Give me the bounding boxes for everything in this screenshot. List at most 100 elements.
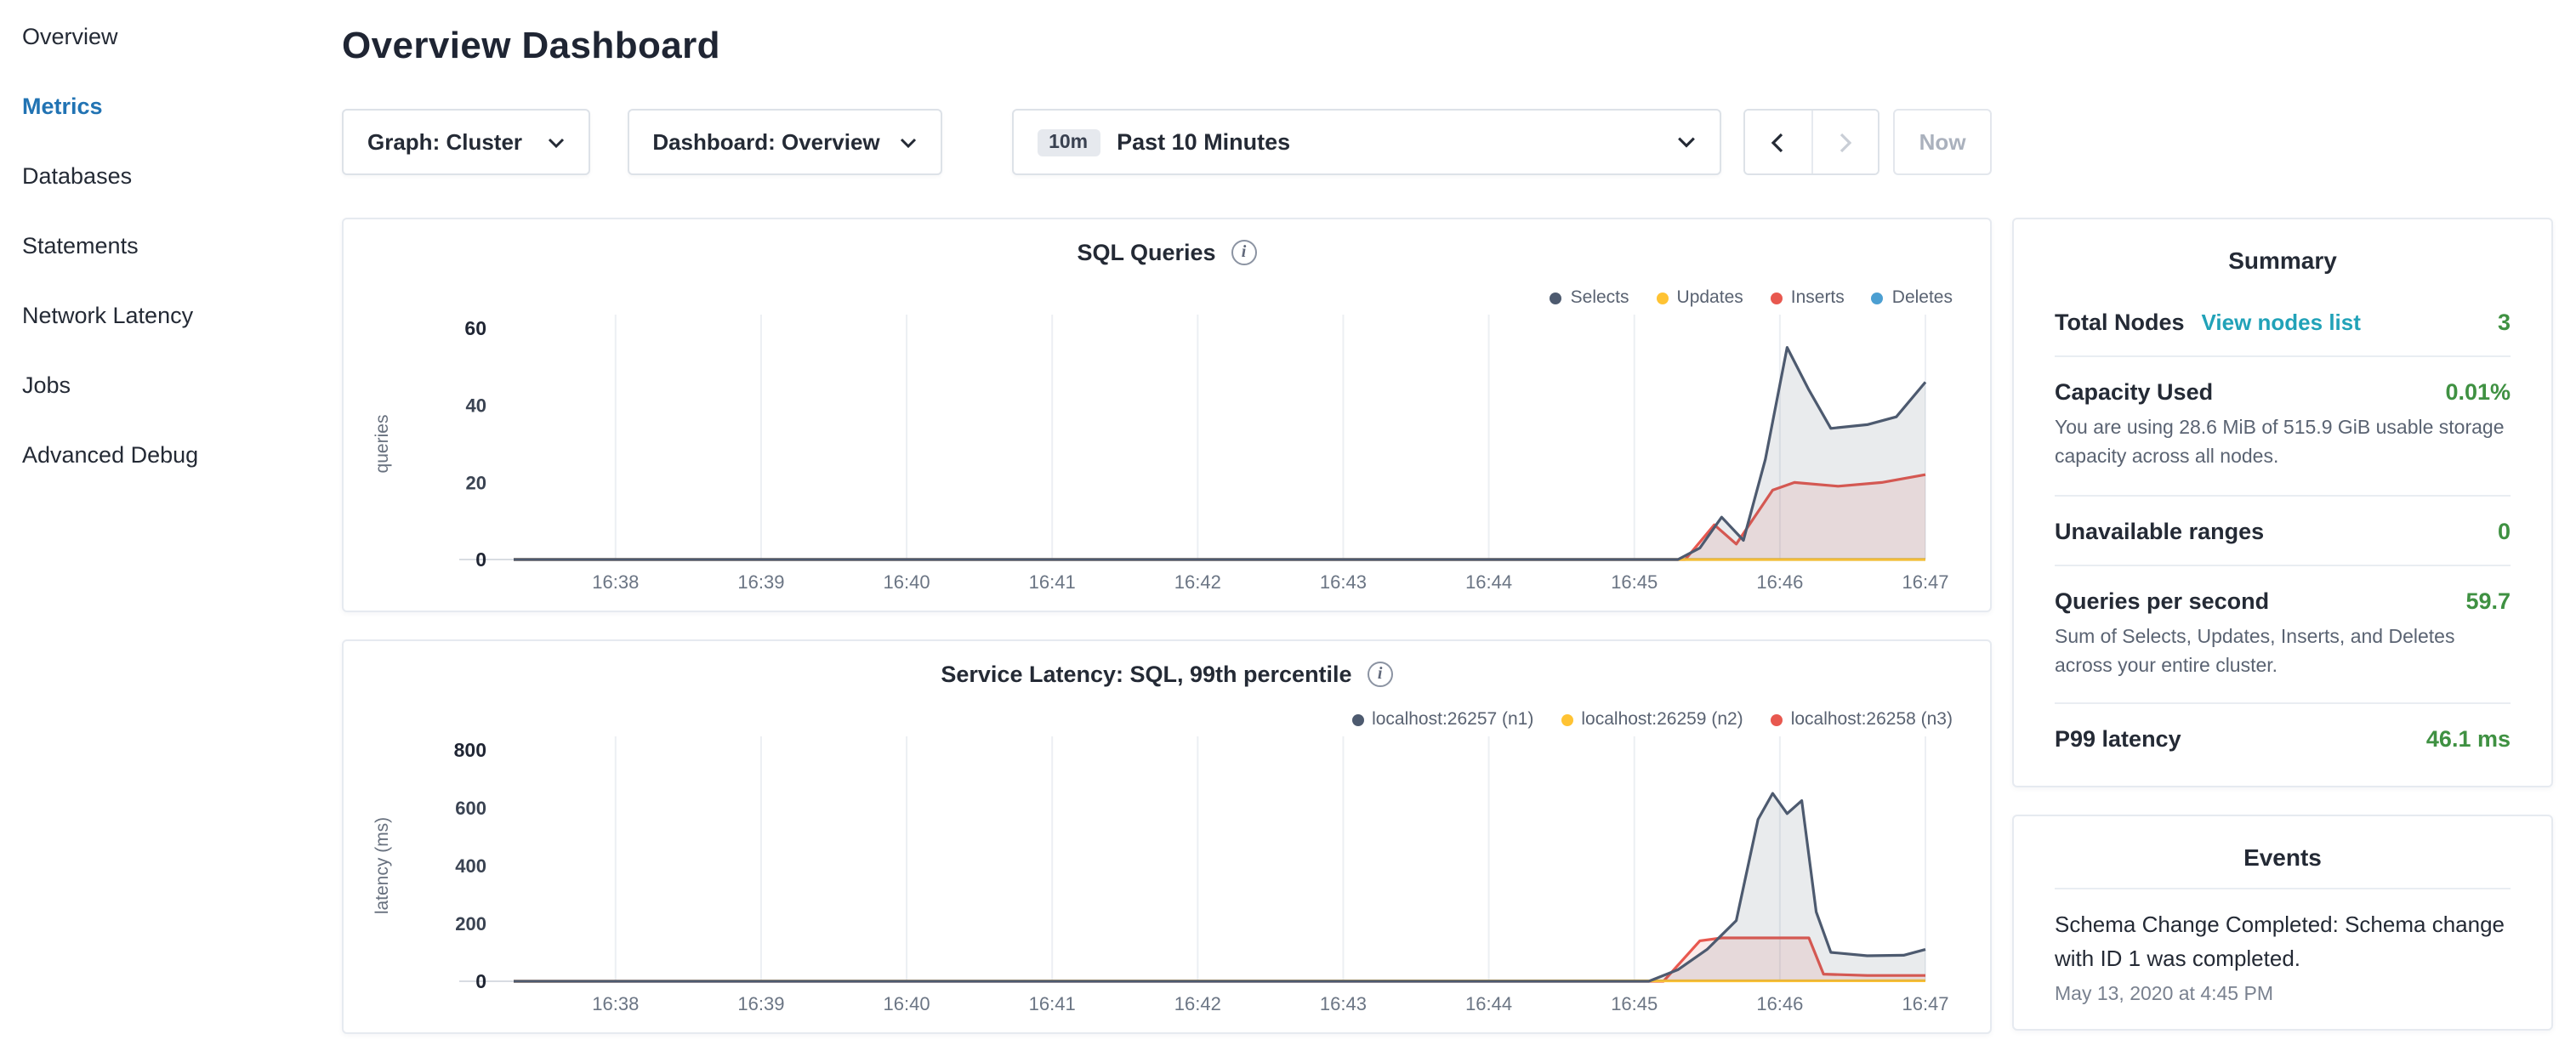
- chart-header: Service Latency: SQL, 99th percentile i: [344, 662, 1990, 687]
- svg-text:0: 0: [475, 970, 486, 992]
- svg-text:40: 40: [466, 395, 486, 417]
- event-message: Schema Change Completed: Schema change w…: [2055, 908, 2511, 977]
- info-icon[interactable]: i: [1231, 240, 1257, 265]
- summary-label: Queries per second: [2055, 588, 2269, 613]
- sidebar-item-advanced-debug[interactable]: Advanced Debug: [22, 439, 332, 473]
- legend-item[interactable]: localhost:26259 (n2): [1561, 709, 1743, 730]
- svg-text:16:41: 16:41: [1029, 571, 1076, 593]
- sidebar: Overview Metrics Databases Statements Ne…: [0, 0, 332, 1051]
- now-button[interactable]: Now: [1893, 109, 1992, 175]
- svg-text:400: 400: [455, 855, 486, 877]
- chevron-down-icon: [899, 137, 916, 147]
- chart-card-service-latency: Service Latency: SQL, 99th percentile i …: [342, 639, 1992, 1034]
- dashboard-dropdown[interactable]: Dashboard: Overview: [627, 109, 941, 175]
- summary-row-unavailable-ranges: Unavailable ranges 0: [2055, 496, 2511, 565]
- svg-text:16:47: 16:47: [1902, 993, 1948, 1014]
- time-range-badge: 10m: [1037, 128, 1100, 156]
- svg-text:16:43: 16:43: [1320, 993, 1367, 1014]
- svg-text:200: 200: [455, 913, 486, 935]
- svg-text:60: 60: [464, 317, 486, 339]
- events-title: Events: [2055, 816, 2511, 889]
- dashboard-dropdown-label: Dashboard: Overview: [652, 129, 879, 155]
- summary-note: Sum of Selects, Updates, Inserts, and De…: [2055, 623, 2511, 682]
- svg-text:queries: queries: [372, 415, 392, 474]
- event-timestamp: May 13, 2020 at 4:45 PM: [2055, 986, 2511, 1016]
- legend-item[interactable]: Selects: [1550, 287, 1629, 308]
- sidebar-item-overview[interactable]: Overview: [22, 20, 332, 54]
- legend-dot-icon: [1872, 292, 1884, 304]
- svg-text:16:40: 16:40: [884, 571, 930, 593]
- time-range-dropdown[interactable]: 10m Past 10 Minutes: [1011, 109, 1720, 175]
- right-sidebar: Summary Total Nodes View nodes list 3 Ca…: [2012, 0, 2553, 1051]
- service-latency-chart[interactable]: 16:3816:3916:4016:4116:4216:4316:4416:45…: [344, 641, 1990, 1032]
- svg-text:16:39: 16:39: [737, 993, 784, 1014]
- summary-value: 0: [2498, 518, 2511, 543]
- legend-item[interactable]: Inserts: [1771, 287, 1845, 308]
- svg-text:16:39: 16:39: [737, 571, 784, 593]
- legend-dot-icon: [1771, 713, 1783, 725]
- summary-label: Unavailable ranges: [2055, 518, 2264, 543]
- svg-text:16:46: 16:46: [1756, 571, 1803, 593]
- svg-text:16:45: 16:45: [1611, 993, 1658, 1014]
- summary-panel: Summary Total Nodes View nodes list 3 Ca…: [2012, 218, 2553, 787]
- svg-text:0: 0: [475, 548, 486, 571]
- svg-text:16:46: 16:46: [1756, 993, 1803, 1014]
- svg-text:16:38: 16:38: [592, 571, 639, 593]
- svg-text:16:47: 16:47: [1902, 571, 1948, 593]
- chart-legend: localhost:26257 (n1) localhost:26259 (n2)…: [1351, 709, 1953, 730]
- legend-dot-icon: [1771, 292, 1783, 304]
- chart-legend: Selects Updates Inserts Deletes: [1550, 287, 1953, 308]
- time-step-back-button[interactable]: [1744, 111, 1811, 173]
- legend-label: localhost:26257 (n1): [1372, 709, 1533, 730]
- svg-text:16:40: 16:40: [884, 993, 930, 1014]
- app-root: Overview Metrics Databases Statements Ne…: [0, 0, 2576, 1051]
- graph-dropdown-label: Graph: Cluster: [367, 129, 522, 155]
- svg-text:16:43: 16:43: [1320, 571, 1367, 593]
- sidebar-item-jobs[interactable]: Jobs: [22, 369, 332, 403]
- legend-item[interactable]: Deletes: [1872, 287, 1953, 308]
- legend-label: Selects: [1571, 287, 1629, 308]
- legend-item[interactable]: localhost:26257 (n1): [1351, 709, 1533, 730]
- chevron-down-icon: [1676, 136, 1695, 148]
- main-content: Overview Dashboard Graph: Cluster Dashbo…: [342, 0, 1992, 1051]
- time-range-label: Past 10 Minutes: [1117, 129, 1290, 155]
- time-step-forward-button[interactable]: [1811, 111, 1878, 173]
- view-nodes-list-link[interactable]: View nodes list: [2202, 310, 2361, 335]
- summary-label: Capacity Used: [2055, 379, 2213, 405]
- toolbar: Graph: Cluster Dashboard: Overview 10m P…: [342, 109, 1992, 175]
- sql-queries-chart[interactable]: 16:3816:3916:4016:4116:4216:4316:4416:45…: [344, 219, 1990, 611]
- legend-item[interactable]: Updates: [1657, 287, 1743, 308]
- legend-label: Deletes: [1892, 287, 1953, 308]
- graph-dropdown[interactable]: Graph: Cluster: [342, 109, 589, 175]
- legend-dot-icon: [1561, 713, 1572, 725]
- summary-value: 3: [2498, 310, 2511, 335]
- summary-row-p99-latency: P99 latency 46.1 ms: [2055, 704, 2511, 772]
- summary-row-queries-per-second: Queries per second 59.7 Sum of Selects, …: [2055, 565, 2511, 704]
- chart-header: SQL Queries i: [344, 240, 1990, 265]
- legend-dot-icon: [1550, 292, 1562, 304]
- svg-text:20: 20: [466, 472, 486, 493]
- summary-value: 0.01%: [2445, 379, 2511, 405]
- svg-text:16:42: 16:42: [1174, 993, 1221, 1014]
- summary-row-capacity-used: Capacity Used 0.01% You are using 28.6 M…: [2055, 357, 2511, 496]
- chart-title: SQL Queries: [1077, 240, 1215, 265]
- svg-text:16:44: 16:44: [1465, 571, 1512, 593]
- sidebar-item-network-latency[interactable]: Network Latency: [22, 299, 332, 333]
- summary-row-total-nodes: Total Nodes View nodes list 3: [2055, 287, 2511, 357]
- svg-text:latency (ms): latency (ms): [372, 817, 392, 914]
- legend-dot-icon: [1657, 292, 1669, 304]
- sidebar-item-statements[interactable]: Statements: [22, 230, 332, 264]
- chevron-right-icon: [1839, 132, 1852, 152]
- sidebar-item-metrics[interactable]: Metrics: [22, 90, 332, 124]
- summary-label: Total Nodes: [2055, 310, 2185, 335]
- svg-text:16:38: 16:38: [592, 993, 639, 1014]
- info-icon[interactable]: i: [1368, 662, 1393, 687]
- chevron-down-icon: [547, 137, 564, 147]
- events-panel: Events Schema Change Completed: Schema c…: [2012, 815, 2553, 1031]
- sidebar-item-databases[interactable]: Databases: [22, 160, 332, 194]
- svg-text:600: 600: [455, 798, 486, 819]
- event-item[interactable]: Schema Change Completed: Schema change w…: [2055, 908, 2511, 1016]
- legend-item[interactable]: localhost:26258 (n3): [1771, 709, 1953, 730]
- legend-label: Inserts: [1791, 287, 1845, 308]
- chart-card-sql-queries: SQL Queries i Selects Updates Inserts Delet…: [342, 218, 1992, 612]
